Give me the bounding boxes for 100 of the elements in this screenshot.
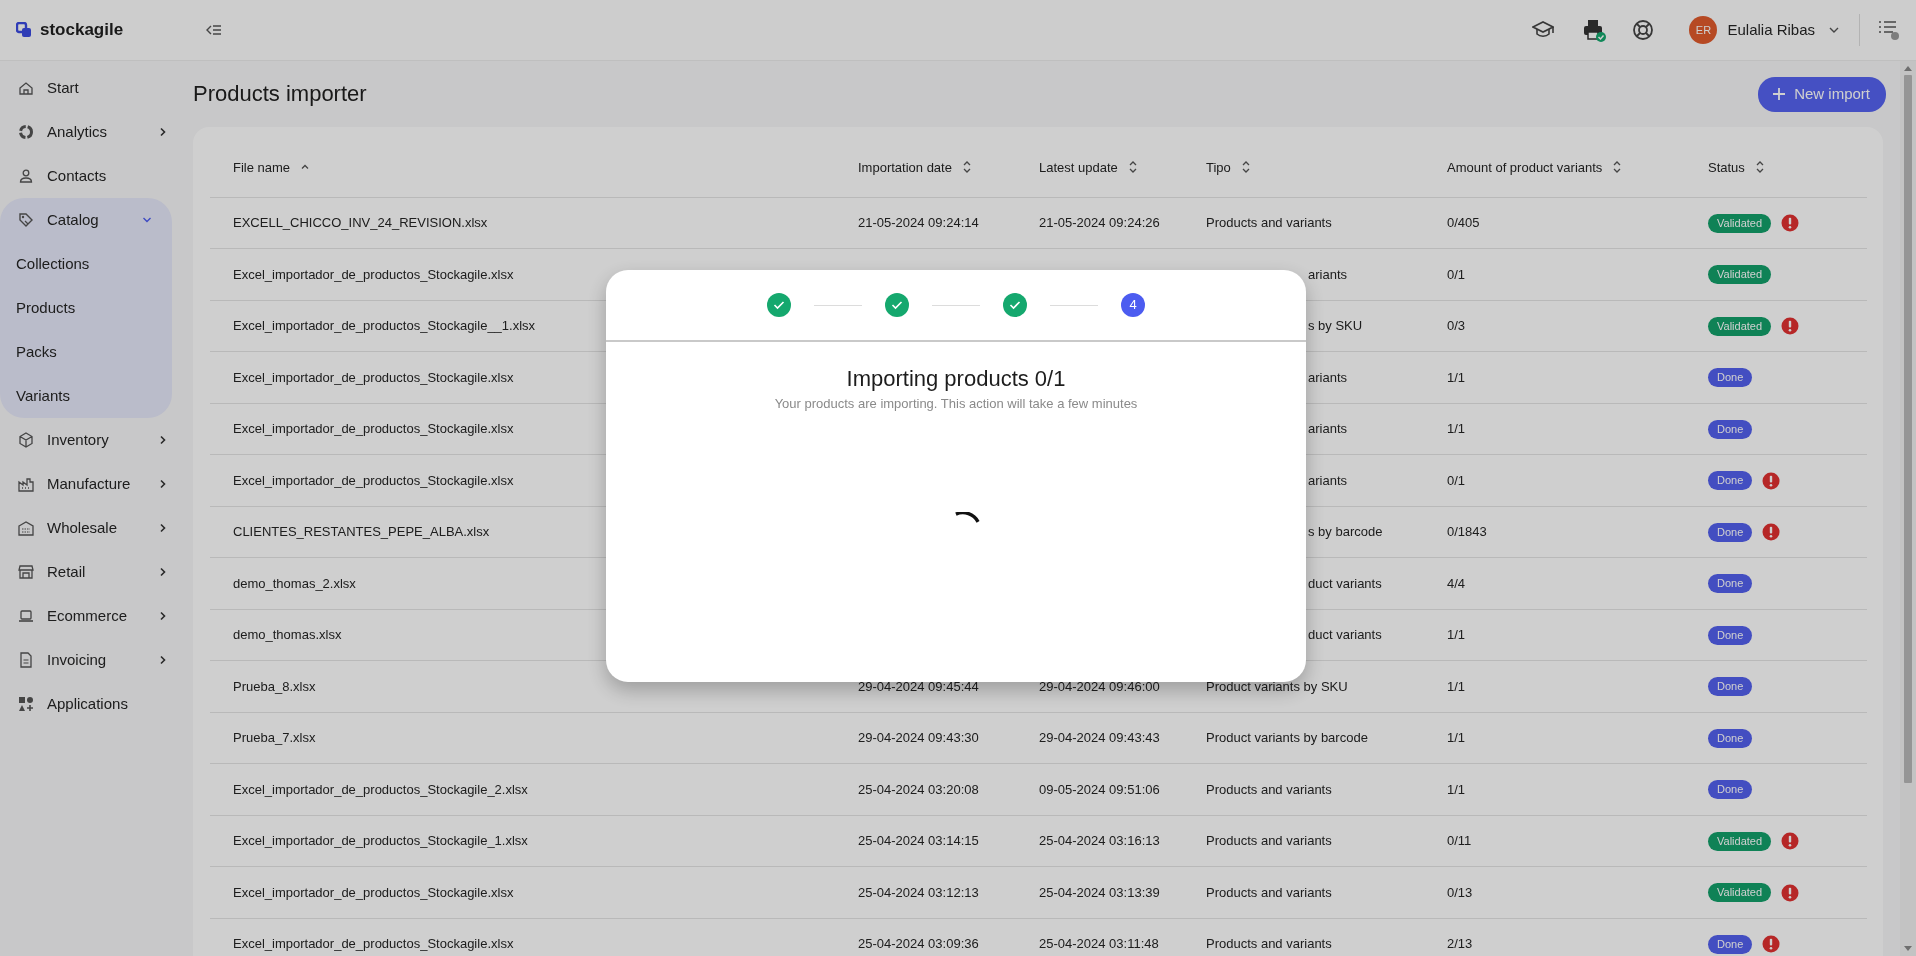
table-cell: 29-04-2024 09:43:30 [835, 712, 1016, 764]
sidebar-item[interactable]: Wholesale [0, 506, 188, 550]
table-cell: 25-04-2024 03:11:48 [1016, 918, 1183, 956]
table-cell: ariants [1308, 369, 1348, 385]
column-header[interactable]: Status [1685, 139, 1867, 197]
table-cell: duct variants [1308, 575, 1382, 591]
submenu-item[interactable]: Collections [0, 242, 172, 286]
user-name: Eulalia Ribas [1727, 19, 1815, 40]
status-badge: Done [1708, 728, 1753, 748]
table-cell: s by SKU [1308, 318, 1363, 333]
status-badge: Validated [1708, 213, 1772, 233]
table-cell: 4/4 [1424, 557, 1685, 609]
submenu-item[interactable]: Products [0, 286, 172, 330]
table-cell: Excel_importador_de_productos_Stockagile.xlsx [210, 866, 835, 918]
table-cell: Product variants by barcode [1206, 730, 1368, 745]
pie-chart-icon [18, 124, 34, 140]
table-cell: 0/1843 [1424, 506, 1685, 558]
sidebar-item[interactable]: Inventory [0, 418, 188, 462]
table-cell: Excel_importador_de_productos_Stockagile_2.xlsx [210, 763, 835, 815]
table-cell: 0/1 [1424, 248, 1685, 300]
sidebar-item[interactable]: Contacts [0, 154, 188, 198]
column-header[interactable]: Tipo [1183, 139, 1424, 197]
column-header[interactable]: File name [210, 139, 835, 197]
status-badge: Done [1708, 368, 1753, 388]
status-badge: Validated [1708, 316, 1772, 336]
table-cell: 09-05-2024 09:51:06 [1016, 763, 1183, 815]
dialog-title: Importing products 0/1 [845, 366, 1067, 393]
table-cell: Products and variants [1206, 936, 1332, 951]
table-cell: 25-04-2024 03:20:08 [835, 763, 1016, 815]
sidebar-item[interactable]: Manufacture [0, 462, 188, 506]
collapse-icon[interactable] [206, 23, 223, 37]
avatar: ER [1689, 16, 1718, 44]
table-cell: ariants [1308, 472, 1348, 488]
sidebar-item[interactable]: Retail [0, 550, 188, 594]
column-header[interactable]: Importation date [835, 139, 1016, 197]
new-import-button[interactable]: New import [1758, 76, 1886, 112]
lifebuoy-icon[interactable] [1632, 19, 1655, 41]
sidebar-item[interactable]: Invoicing [0, 638, 188, 682]
table-cell: EXCELL_CHICCO_INV_24_REVISION.xlsx [210, 197, 835, 249]
status-badge: Done [1708, 471, 1753, 491]
table-cell: 1/1 [1424, 403, 1685, 455]
table-cell: 0/11 [1424, 815, 1685, 867]
table-cell: Excel_importador_de_productos_Stockagile_1.xlsx [210, 815, 835, 867]
spinner-icon [954, 511, 980, 524]
submenu-item[interactable]: Packs [0, 330, 172, 374]
sidebar-item[interactable]: Catalog [0, 198, 172, 242]
status-badge: Validated [1708, 831, 1772, 851]
box-icon [18, 432, 34, 448]
table-cell: 1/1 [1424, 609, 1685, 661]
table-cell: 0/405 [1424, 197, 1685, 249]
factory-icon [18, 476, 34, 492]
table-cell: 0/13 [1424, 866, 1685, 918]
logo-icon [16, 22, 32, 38]
status-badge: Done [1708, 677, 1753, 697]
status-badge: Done [1708, 419, 1753, 439]
table-cell: Products and variants [1206, 215, 1332, 230]
table-cell: 25-04-2024 03:12:13 [835, 866, 1016, 918]
table-cell: 25-04-2024 03:09:36 [835, 918, 1016, 956]
status-badge: Done [1708, 625, 1753, 645]
laptop-icon [18, 608, 34, 624]
column-header[interactable]: Latest update [1016, 139, 1183, 197]
column-header[interactable]: Amount of product variants [1424, 139, 1685, 197]
table-cell: 1/1 [1424, 712, 1685, 764]
graduation-cap-icon[interactable] [1532, 21, 1555, 39]
table-cell: Products and variants [1206, 884, 1332, 900]
sidebar-item[interactable]: Start [0, 66, 188, 110]
table-cell: Excel_importador_de_productos_Stockagile.xlsx [210, 918, 835, 956]
table-cell: Prueba_7.xlsx [210, 712, 835, 764]
table-cell: Product variants by SKU [1206, 678, 1348, 694]
table-cell: s by barcode [1308, 524, 1383, 539]
list-icon[interactable] [1878, 19, 1900, 41]
logo-text: stockagile [40, 19, 124, 42]
table-cell: 1/1 [1424, 351, 1685, 403]
status-badge: Done [1708, 934, 1753, 954]
status-badge: Done [1708, 522, 1753, 542]
table-cell: 25-04-2024 03:14:15 [835, 815, 1016, 867]
store-icon [18, 564, 34, 580]
status-badge: Done [1708, 780, 1753, 800]
submenu-item[interactable]: Variants [0, 374, 172, 418]
table-cell: 0/1 [1424, 454, 1685, 506]
sidebar-item[interactable]: Analytics [0, 110, 188, 154]
table-cell: 21-05-2024 09:24:26 [1016, 197, 1183, 249]
home-icon [18, 80, 34, 96]
warehouse-icon [18, 520, 34, 536]
caret-icon [1829, 26, 1839, 34]
table-cell: 25-04-2024 03:13:39 [1016, 866, 1183, 918]
printer-icon[interactable] [1582, 18, 1607, 42]
page-title: Products importer [193, 80, 367, 108]
document-icon [18, 652, 34, 668]
table-cell: Products and variants [1206, 781, 1332, 797]
table-cell: duct variants [1308, 627, 1382, 642]
step-number: 4 [1121, 293, 1145, 317]
table-cell: 1/1 [1424, 763, 1685, 815]
table-cell: ariants [1308, 421, 1348, 436]
table-cell: 21-05-2024 09:24:14 [835, 197, 1016, 249]
table-cell: 25-04-2024 03:16:13 [1016, 815, 1183, 867]
user-menu[interactable]: ER Eulalia Ribas [1689, 16, 1839, 44]
table-cell: Products and variants [1206, 833, 1332, 848]
sidebar-item[interactable]: Ecommerce [0, 594, 188, 638]
sidebar-item[interactable]: Applications [0, 682, 188, 726]
